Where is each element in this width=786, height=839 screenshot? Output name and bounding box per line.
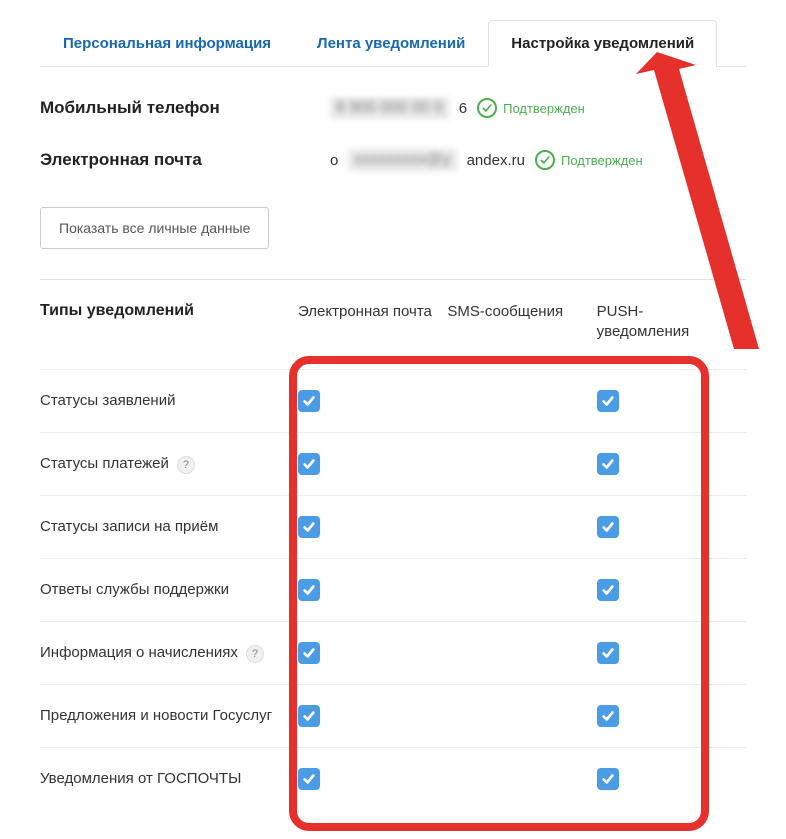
row-label: Уведомления от ГОСПОЧТЫ	[40, 770, 298, 787]
phone-suffix: 6	[459, 100, 467, 117]
cell-push	[597, 705, 746, 727]
tab-notification-settings[interactable]: Настройка уведомлений	[488, 20, 717, 67]
tabs-bar: Персональная информация Лента уведомлени…	[40, 0, 746, 67]
header-push-text: PUSH-уведомления	[597, 302, 722, 343]
table-row: Статусы записи на приём	[40, 495, 746, 558]
row-label-text: Статусы записи на приём	[40, 518, 218, 535]
email-suffix: andex.ru	[467, 152, 525, 169]
checkbox-push[interactable]	[597, 705, 619, 727]
checkbox-push[interactable]	[597, 579, 619, 601]
checkbox-email[interactable]	[298, 516, 320, 538]
table-row: Статусы заявлений	[40, 369, 746, 432]
phone-row: Мобильный телефон 8 900 000 00 0 6 Подтв…	[40, 97, 746, 119]
row-label: Статусы заявлений	[40, 392, 298, 409]
phone-value: 8 900 000 00 0 6 Подтвержден	[330, 97, 585, 119]
phone-label: Мобильный телефон	[40, 98, 330, 118]
checkbox-push[interactable]	[597, 453, 619, 475]
cell-email	[298, 579, 447, 601]
divider	[40, 279, 746, 280]
help-icon[interactable]: ?	[728, 304, 746, 322]
row-label-text: Предложения и новости Госуслуг	[40, 707, 272, 724]
cell-email	[298, 768, 447, 790]
checkbox-email[interactable]	[298, 705, 320, 727]
table-row: Уведомления от ГОСПОЧТЫ	[40, 747, 746, 810]
email-prefix: o	[330, 152, 338, 169]
row-label: Статусы платежей?	[40, 454, 298, 474]
cell-push	[597, 579, 746, 601]
row-label-text: Статусы платежей	[40, 455, 169, 472]
show-all-button[interactable]: Показать все личные данные	[40, 207, 269, 249]
notification-table: Типы уведомлений Электронная почта SMS-с…	[40, 302, 746, 810]
cell-email	[298, 390, 447, 412]
email-row: Электронная почта o xxxxxxxxx@y andex.ru…	[40, 149, 746, 171]
cell-push	[597, 453, 746, 475]
checkbox-email[interactable]	[298, 642, 320, 664]
row-label-text: Информация о начислениях	[40, 644, 238, 661]
email-value: o xxxxxxxxx@y andex.ru Подтвержден	[330, 149, 643, 171]
header-sms-text: SMS-сообщения	[447, 302, 563, 322]
phone-verified-badge: Подтвержден	[477, 98, 585, 118]
header-email-text: Электронная почта	[298, 302, 432, 322]
row-label: Статусы записи на приём	[40, 518, 298, 535]
tab-notification-feed[interactable]: Лента уведомлений	[294, 20, 488, 66]
cell-push	[597, 516, 746, 538]
checkbox-push[interactable]	[597, 390, 619, 412]
check-circle-icon	[477, 98, 497, 118]
table-row: Информация о начислениях?	[40, 621, 746, 684]
header-push: PUSH-уведомления ?	[597, 302, 746, 343]
cell-push	[597, 768, 746, 790]
row-label: Ответы службы поддержки	[40, 581, 298, 598]
header-sms: SMS-сообщения	[447, 302, 596, 322]
checkbox-push[interactable]	[597, 642, 619, 664]
help-icon[interactable]: ?	[177, 456, 195, 474]
checkbox-email[interactable]	[298, 390, 320, 412]
row-label: Предложения и новости Госуслуг	[40, 707, 298, 724]
checkbox-email[interactable]	[298, 453, 320, 475]
table-row: Ответы службы поддержки	[40, 558, 746, 621]
checkbox-email[interactable]	[298, 768, 320, 790]
header-types: Типы уведомлений	[40, 302, 298, 320]
checkbox-email[interactable]	[298, 579, 320, 601]
table-row: Статусы платежей?	[40, 432, 746, 495]
row-label-text: Уведомления от ГОСПОЧТЫ	[40, 770, 241, 787]
cell-email	[298, 453, 447, 475]
cell-email	[298, 705, 447, 727]
cell-push	[597, 642, 746, 664]
cell-push	[597, 390, 746, 412]
verified-text: Подтвержден	[503, 101, 585, 116]
help-icon[interactable]: ?	[246, 645, 264, 663]
checkbox-push[interactable]	[597, 516, 619, 538]
cell-email	[298, 642, 447, 664]
email-verified-badge: Подтвержден	[535, 150, 643, 170]
phone-masked: 8 900 000 00 0	[330, 97, 449, 119]
table-header: Типы уведомлений Электронная почта SMS-с…	[40, 302, 746, 369]
row-label-text: Статусы заявлений	[40, 392, 175, 409]
row-label-text: Ответы службы поддержки	[40, 581, 229, 598]
email-masked: xxxxxxxxx@y	[348, 149, 456, 171]
row-label: Информация о начислениях?	[40, 643, 298, 663]
tab-personal-info[interactable]: Персональная информация	[40, 20, 294, 66]
header-email: Электронная почта	[298, 302, 447, 322]
verified-text: Подтвержден	[561, 153, 643, 168]
cell-email	[298, 516, 447, 538]
contact-section: Мобильный телефон 8 900 000 00 0 6 Подтв…	[0, 67, 786, 249]
check-circle-icon	[535, 150, 555, 170]
email-label: Электронная почта	[40, 150, 330, 170]
checkbox-push[interactable]	[597, 768, 619, 790]
table-row: Предложения и новости Госуслуг	[40, 684, 746, 747]
